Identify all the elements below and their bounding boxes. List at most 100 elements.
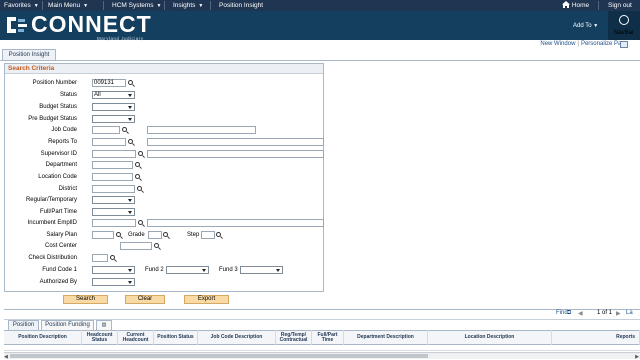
- check-distribution-input[interactable]: [92, 254, 108, 262]
- column-header[interactable]: Position Description: [4, 330, 82, 345]
- cost-center-label: Cost Center: [44, 243, 77, 249]
- authorized-by-select[interactable]: [92, 278, 135, 286]
- brand-title: CONNECT: [31, 11, 152, 37]
- chevron-down-icon: ▼: [156, 3, 162, 9]
- search-icon[interactable]: [128, 139, 135, 146]
- job-code-label: Job Code: [51, 127, 77, 133]
- search-icon[interactable]: [138, 151, 145, 158]
- job-code-description-field: [147, 126, 256, 134]
- reports-to-label: Reports To: [48, 139, 77, 145]
- first-page-icon[interactable]: ◀: [578, 310, 583, 317]
- link-divider: |: [577, 41, 579, 47]
- column-header[interactable]: Department Description: [344, 330, 428, 345]
- search-icon[interactable]: [128, 80, 135, 87]
- salary-plan-label: Salary Plan: [46, 232, 77, 238]
- fund-3-select[interactable]: [240, 266, 283, 274]
- fund-code-1-label: Fund Code 1: [42, 267, 77, 273]
- favorites-menu[interactable]: Favorites ▼: [4, 0, 39, 11]
- district-label: District: [58, 186, 77, 192]
- column-header[interactable]: Current Headcount: [118, 330, 154, 345]
- step-input[interactable]: [201, 231, 215, 239]
- hcm-systems-menu[interactable]: HCM Systems ▼: [112, 0, 161, 11]
- clear-button[interactable]: Clear: [125, 295, 165, 304]
- budget-status-select[interactable]: [92, 103, 135, 111]
- district-input[interactable]: [92, 185, 135, 193]
- search-icon[interactable]: [135, 162, 142, 169]
- location-code-input[interactable]: [92, 173, 133, 181]
- column-header[interactable]: Full/Part Time: [312, 330, 344, 345]
- chevron-down-icon: ▼: [198, 3, 204, 9]
- pager-text: 1 of 1: [597, 310, 613, 316]
- incumbent-name-field: [147, 219, 324, 227]
- search-icon[interactable]: [122, 127, 129, 134]
- sign-out-label: Sign out: [608, 2, 632, 9]
- help-icon[interactable]: [620, 41, 628, 48]
- tab-position-funding[interactable]: Position Funding: [41, 320, 94, 330]
- search-icon[interactable]: [116, 232, 123, 239]
- column-header[interactable]: Headcount Status: [82, 330, 118, 345]
- scrollbar-thumb[interactable]: [10, 354, 428, 358]
- insights-label: Insights: [173, 2, 196, 9]
- column-header[interactable]: Position Status: [154, 330, 198, 345]
- add-to-menu[interactable]: Add To ▼: [573, 23, 598, 29]
- tab-position[interactable]: Position: [8, 320, 39, 330]
- fund-2-label: Fund 2: [145, 267, 164, 273]
- favorites-label: Favorites: [4, 2, 31, 9]
- position-number-input[interactable]: 009131: [92, 79, 126, 87]
- search-icon[interactable]: [137, 186, 144, 193]
- search-icon[interactable]: [135, 174, 142, 181]
- department-label: Department: [45, 162, 77, 168]
- incumbent-emplid-input[interactable]: [92, 219, 136, 227]
- home-link[interactable]: Home: [562, 0, 589, 11]
- breadcrumb-current[interactable]: Position Insight: [219, 0, 263, 11]
- supervisor-id-input[interactable]: [92, 150, 136, 158]
- column-header[interactable]: Location Description: [428, 330, 552, 345]
- find-link[interactable]: Find: [556, 310, 568, 316]
- fund-2-select[interactable]: [166, 266, 209, 274]
- search-icon[interactable]: [216, 232, 223, 239]
- status-select[interactable]: All: [92, 91, 135, 99]
- main-menu-label: Main Menu: [48, 2, 81, 9]
- reports-to-input[interactable]: [92, 138, 126, 146]
- job-code-input[interactable]: [92, 126, 120, 134]
- next-page-icon[interactable]: ▶: [616, 310, 621, 317]
- connect-logo-icon: [7, 17, 27, 33]
- regular-temporary-label: Regular/Temporary: [25, 197, 77, 203]
- sign-out-link[interactable]: Sign out: [608, 0, 632, 11]
- grade-input[interactable]: [148, 231, 162, 239]
- menu-divider: [103, 1, 104, 10]
- column-header[interactable]: Job Code Description: [198, 330, 276, 345]
- fund-code-1-select[interactable]: [92, 266, 135, 274]
- cost-center-input[interactable]: [120, 242, 152, 250]
- step-label: Step: [187, 232, 200, 238]
- horizontal-scrollbar[interactable]: ◀ ▶: [4, 352, 640, 360]
- full-part-time-select[interactable]: [92, 208, 135, 216]
- search-icon[interactable]: [138, 220, 145, 227]
- navbar-button[interactable]: NavBar: [608, 11, 640, 40]
- department-input[interactable]: [92, 161, 133, 169]
- hcm-systems-label: HCM Systems: [112, 2, 154, 9]
- search-button[interactable]: Search: [63, 295, 108, 304]
- column-header[interactable]: Reports: [552, 330, 640, 345]
- tab-position-insight[interactable]: Position Insight: [2, 49, 56, 60]
- page-links: New Window | Personalize Page: [540, 41, 628, 47]
- insights-menu[interactable]: Insights ▼: [173, 0, 203, 11]
- show-all-columns-icon[interactable]: ▥: [96, 320, 112, 330]
- column-header[interactable]: Reg/Temp/ Contractual: [276, 330, 312, 345]
- last-page-link[interactable]: La: [626, 310, 633, 316]
- scroll-right-icon[interactable]: ▶: [635, 354, 639, 360]
- regular-temporary-select[interactable]: [92, 196, 135, 204]
- search-icon[interactable]: [163, 232, 170, 239]
- main-menu[interactable]: Main Menu ▼: [48, 0, 88, 11]
- budget-status-label: Budget Status: [39, 104, 77, 110]
- search-icon[interactable]: [110, 255, 117, 262]
- salary-plan-input[interactable]: [92, 231, 114, 239]
- add-to-label: Add To: [573, 23, 592, 29]
- search-icon[interactable]: [154, 243, 161, 250]
- new-window-link[interactable]: New Window: [540, 41, 575, 47]
- scroll-left-icon[interactable]: ◀: [4, 354, 8, 360]
- view-all-icon[interactable]: ⧉: [567, 310, 571, 317]
- export-button[interactable]: Export: [184, 295, 229, 304]
- pre-budget-status-select[interactable]: [92, 115, 135, 123]
- location-code-label: Location Code: [38, 174, 77, 180]
